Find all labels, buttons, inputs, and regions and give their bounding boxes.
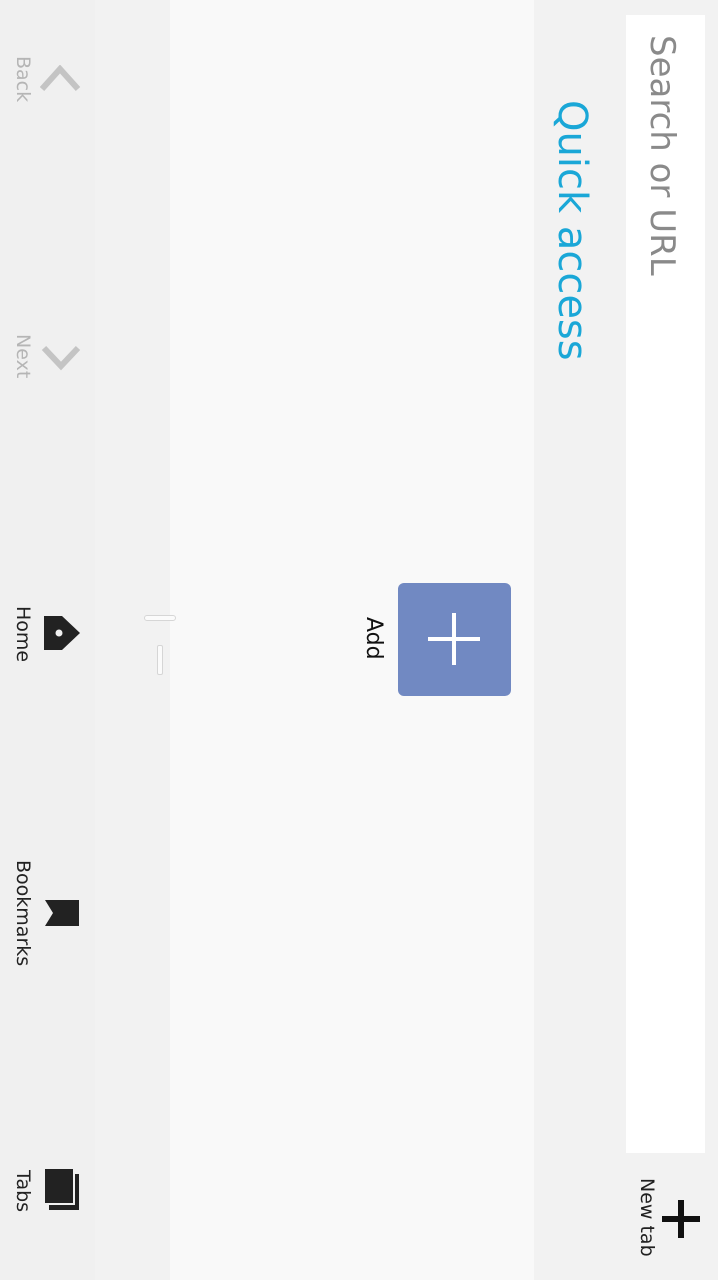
search-input-placeholder[interactable]: Search or URL (642, 35, 682, 276)
add-quick-access-tile[interactable] (398, 583, 511, 696)
new-tab-button[interactable]: New tab (618, 1160, 718, 1280)
tabs-icon (43, 1167, 79, 1210)
home-button[interactable]: Home (0, 595, 95, 705)
tabs-label: Tabs (12, 1170, 34, 1213)
search-bar[interactable]: Search or URL (626, 15, 705, 1153)
next-button[interactable]: Next (0, 320, 95, 430)
navigation-bar: Back Next Home Bookmarks Tabs (0, 0, 95, 1280)
chevron-left-icon (40, 65, 81, 92)
home-label: Home (12, 606, 34, 663)
back-button[interactable]: Back (0, 40, 95, 150)
plus-icon (428, 613, 480, 665)
add-tile-label: Add (361, 617, 386, 660)
bookmarks-label: Bookmarks (12, 860, 34, 967)
back-label: Back (12, 56, 34, 103)
next-label: Next (12, 334, 34, 379)
new-tab-label: New tab (636, 1178, 658, 1257)
plus-icon (662, 1200, 700, 1238)
scroll-handle[interactable] (157, 645, 163, 675)
tabs-button[interactable]: Tabs (0, 1160, 95, 1270)
home-icon (44, 616, 80, 650)
chevron-right-icon (41, 345, 81, 371)
scroll-indicator (144, 615, 176, 621)
quick-access-title: Quick access (549, 100, 595, 361)
bookmarks-button[interactable]: Bookmarks (0, 850, 95, 980)
bookmark-icon (45, 900, 79, 926)
